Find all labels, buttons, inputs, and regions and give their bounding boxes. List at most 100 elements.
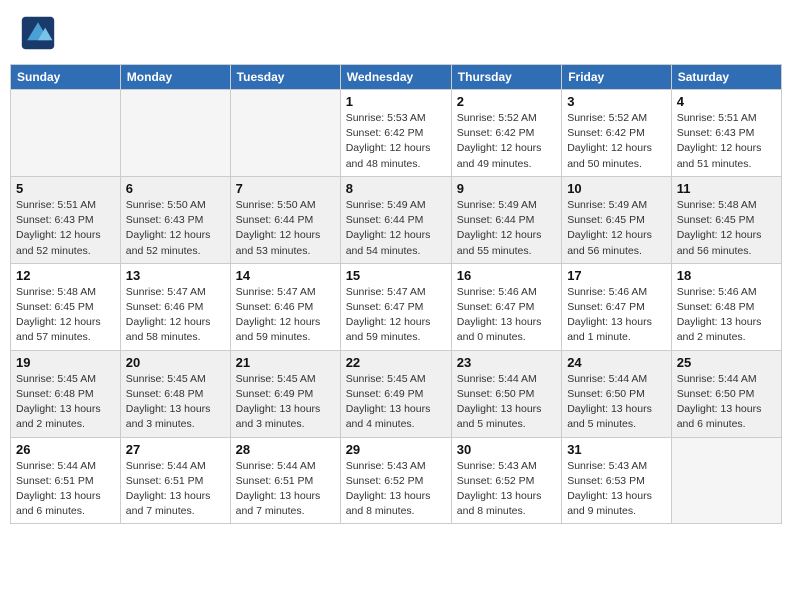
calendar-cell: 23 Sunrise: 5:44 AM Sunset: 6:50 PM Dayli… [451, 350, 561, 437]
calendar-cell: 29 Sunrise: 5:43 AM Sunset: 6:52 PM Dayli… [340, 437, 451, 524]
page-header [10, 10, 782, 56]
day-info: Sunrise: 5:44 AM Sunset: 6:51 PM Dayligh… [236, 459, 335, 520]
day-number: 30 [457, 442, 556, 457]
calendar-header-thursday: Thursday [451, 65, 561, 90]
day-number: 12 [16, 268, 115, 283]
day-number: 17 [567, 268, 666, 283]
calendar-header-tuesday: Tuesday [230, 65, 340, 90]
calendar-cell: 26Sunrise: 5:44 AM Sunset: 6:51 PM Dayli… [11, 437, 121, 524]
calendar-cell: 31 Sunrise: 5:43 AM Sunset: 6:53 PM Dayli… [562, 437, 672, 524]
day-number: 7 [236, 181, 335, 196]
day-number: 20 [126, 355, 225, 370]
calendar-cell: 25Sunrise: 5:44 AM Sunset: 6:50 PM Dayli… [671, 350, 781, 437]
day-number: 18 [677, 268, 776, 283]
calendar-cell: 19Sunrise: 5:45 AM Sunset: 6:48 PM Dayli… [11, 350, 121, 437]
calendar-cell: 13 Sunrise: 5:47 AM Sunset: 6:46 PM Dayli… [120, 263, 230, 350]
day-number: 10 [567, 181, 666, 196]
day-number: 13 [126, 268, 225, 283]
calendar-header-friday: Friday [562, 65, 672, 90]
day-info: Sunrise: 5:53 AM Sunset: 6:42 PM Dayligh… [346, 111, 446, 172]
calendar-cell: 18 Sunrise: 5:46 AM Sunset: 6:48 PM Dayli… [671, 263, 781, 350]
day-info: Sunrise: 5:51 AM Sunset: 6:43 PM Dayligh… [16, 198, 115, 259]
day-info: Sunrise: 5:45 AM Sunset: 6:49 PM Dayligh… [346, 372, 446, 433]
day-number: 5 [16, 181, 115, 196]
calendar-cell: 27 Sunrise: 5:44 AM Sunset: 6:51 PM Dayli… [120, 437, 230, 524]
day-info: Sunrise: 5:52 AM Sunset: 6:42 PM Dayligh… [567, 111, 666, 172]
logo [20, 15, 60, 51]
calendar-cell: 1 Sunrise: 5:53 AM Sunset: 6:42 PM Daylig… [340, 90, 451, 177]
day-info: Sunrise: 5:46 AM Sunset: 6:47 PM Dayligh… [567, 285, 666, 346]
calendar-header-monday: Monday [120, 65, 230, 90]
day-number: 23 [457, 355, 556, 370]
day-info: Sunrise: 5:44 AM Sunset: 6:50 PM Dayligh… [457, 372, 556, 433]
calendar-cell: 28 Sunrise: 5:44 AM Sunset: 6:51 PM Dayli… [230, 437, 340, 524]
day-info: Sunrise: 5:45 AM Sunset: 6:48 PM Dayligh… [16, 372, 115, 433]
calendar-cell: 8Sunrise: 5:49 AM Sunset: 6:44 PM Daylig… [340, 176, 451, 263]
day-number: 14 [236, 268, 335, 283]
day-number: 6 [126, 181, 225, 196]
calendar-cell: 30 Sunrise: 5:43 AM Sunset: 6:52 PM Dayli… [451, 437, 561, 524]
calendar-cell: 14 Sunrise: 5:47 AM Sunset: 6:46 PM Dayli… [230, 263, 340, 350]
calendar-header-wednesday: Wednesday [340, 65, 451, 90]
calendar-week-row: 19Sunrise: 5:45 AM Sunset: 6:48 PM Dayli… [11, 350, 782, 437]
calendar-cell [671, 437, 781, 524]
day-number: 8 [346, 181, 446, 196]
day-info: Sunrise: 5:50 AM Sunset: 6:43 PM Dayligh… [126, 198, 225, 259]
day-number: 9 [457, 181, 556, 196]
day-info: Sunrise: 5:50 AM Sunset: 6:44 PM Dayligh… [236, 198, 335, 259]
calendar-cell: 5 Sunrise: 5:51 AM Sunset: 6:43 PM Daylig… [11, 176, 121, 263]
day-number: 1 [346, 94, 446, 109]
day-number: 31 [567, 442, 666, 457]
day-info: Sunrise: 5:43 AM Sunset: 6:52 PM Dayligh… [346, 459, 446, 520]
day-number: 28 [236, 442, 335, 457]
calendar-cell: 22Sunrise: 5:45 AM Sunset: 6:49 PM Dayli… [340, 350, 451, 437]
day-info: Sunrise: 5:47 AM Sunset: 6:46 PM Dayligh… [236, 285, 335, 346]
calendar-cell: 7 Sunrise: 5:50 AM Sunset: 6:44 PM Daylig… [230, 176, 340, 263]
day-info: Sunrise: 5:47 AM Sunset: 6:46 PM Dayligh… [126, 285, 225, 346]
day-number: 4 [677, 94, 776, 109]
day-info: Sunrise: 5:44 AM Sunset: 6:51 PM Dayligh… [126, 459, 225, 520]
calendar-header-sunday: Sunday [11, 65, 121, 90]
calendar-cell [230, 90, 340, 177]
day-info: Sunrise: 5:45 AM Sunset: 6:49 PM Dayligh… [236, 372, 335, 433]
logo-icon [20, 15, 56, 51]
day-number: 27 [126, 442, 225, 457]
calendar-cell: 9 Sunrise: 5:49 AM Sunset: 6:44 PM Daylig… [451, 176, 561, 263]
day-number: 29 [346, 442, 446, 457]
day-number: 24 [567, 355, 666, 370]
calendar-cell: 17 Sunrise: 5:46 AM Sunset: 6:47 PM Dayli… [562, 263, 672, 350]
day-number: 3 [567, 94, 666, 109]
day-info: Sunrise: 5:48 AM Sunset: 6:45 PM Dayligh… [16, 285, 115, 346]
day-info: Sunrise: 5:44 AM Sunset: 6:50 PM Dayligh… [567, 372, 666, 433]
calendar-cell: 10 Sunrise: 5:49 AM Sunset: 6:45 PM Dayli… [562, 176, 672, 263]
calendar-cell: 12 Sunrise: 5:48 AM Sunset: 6:45 PM Dayli… [11, 263, 121, 350]
calendar-cell: 6 Sunrise: 5:50 AM Sunset: 6:43 PM Daylig… [120, 176, 230, 263]
day-info: Sunrise: 5:51 AM Sunset: 6:43 PM Dayligh… [677, 111, 776, 172]
calendar-cell: 24 Sunrise: 5:44 AM Sunset: 6:50 PM Dayli… [562, 350, 672, 437]
calendar-cell: 15 Sunrise: 5:47 AM Sunset: 6:47 PM Dayli… [340, 263, 451, 350]
day-info: Sunrise: 5:46 AM Sunset: 6:47 PM Dayligh… [457, 285, 556, 346]
calendar-cell: 11 Sunrise: 5:48 AM Sunset: 6:45 PM Dayli… [671, 176, 781, 263]
day-number: 26 [16, 442, 115, 457]
day-number: 16 [457, 268, 556, 283]
calendar-cell: 21Sunrise: 5:45 AM Sunset: 6:49 PM Dayli… [230, 350, 340, 437]
day-info: Sunrise: 5:52 AM Sunset: 6:42 PM Dayligh… [457, 111, 556, 172]
calendar-header-row: SundayMondayTuesdayWednesdayThursdayFrid… [11, 65, 782, 90]
day-number: 2 [457, 94, 556, 109]
calendar-cell: 16 Sunrise: 5:46 AM Sunset: 6:47 PM Dayli… [451, 263, 561, 350]
day-number: 11 [677, 181, 776, 196]
calendar-cell [120, 90, 230, 177]
day-info: Sunrise: 5:43 AM Sunset: 6:53 PM Dayligh… [567, 459, 666, 520]
day-info: Sunrise: 5:43 AM Sunset: 6:52 PM Dayligh… [457, 459, 556, 520]
day-number: 15 [346, 268, 446, 283]
calendar-cell: 20 Sunrise: 5:45 AM Sunset: 6:48 PM Dayli… [120, 350, 230, 437]
day-info: Sunrise: 5:44 AM Sunset: 6:50 PM Dayligh… [677, 372, 776, 433]
day-info: Sunrise: 5:49 AM Sunset: 6:45 PM Dayligh… [567, 198, 666, 259]
day-info: Sunrise: 5:46 AM Sunset: 6:48 PM Dayligh… [677, 285, 776, 346]
day-info: Sunrise: 5:47 AM Sunset: 6:47 PM Dayligh… [346, 285, 446, 346]
day-info: Sunrise: 5:45 AM Sunset: 6:48 PM Dayligh… [126, 372, 225, 433]
calendar-cell: 2 Sunrise: 5:52 AM Sunset: 6:42 PM Daylig… [451, 90, 561, 177]
calendar-cell [11, 90, 121, 177]
day-info: Sunrise: 5:49 AM Sunset: 6:44 PM Dayligh… [457, 198, 556, 259]
day-info: Sunrise: 5:48 AM Sunset: 6:45 PM Dayligh… [677, 198, 776, 259]
